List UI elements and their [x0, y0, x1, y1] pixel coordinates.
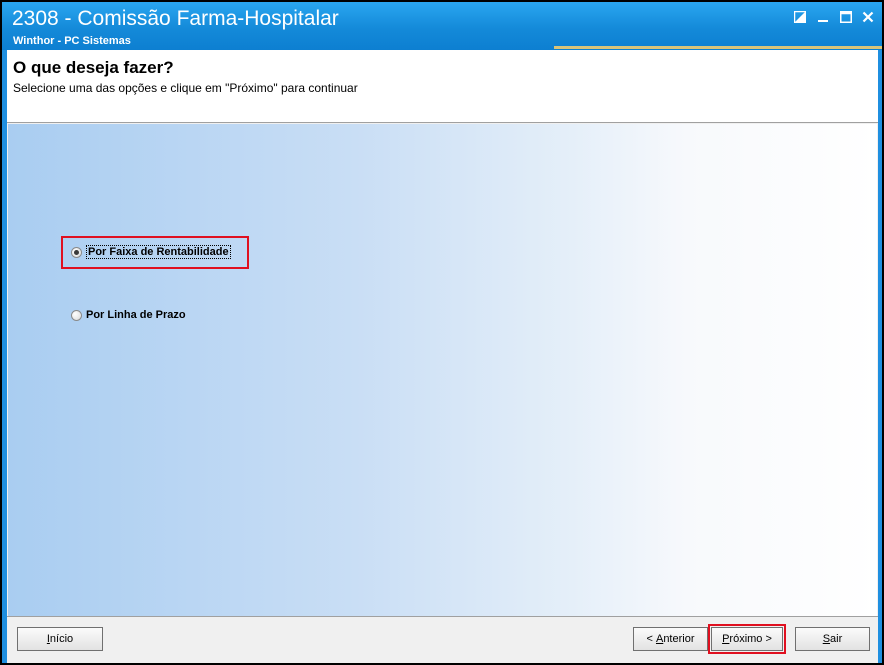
page-title: O que deseja fazer?: [13, 58, 174, 77]
anterior-accel: A: [655, 633, 664, 645]
wizard-header: O que deseja fazer? Selecione uma das op…: [7, 50, 878, 123]
maximize-icon[interactable]: [837, 8, 855, 26]
option-label: Por Linha de Prazo: [86, 309, 186, 321]
close-icon[interactable]: [859, 8, 877, 26]
inicio-button[interactable]: Início: [17, 627, 103, 651]
option-linha-prazo[interactable]: Por Linha de Prazo: [71, 309, 186, 321]
anterior-rest: nterior: [663, 633, 695, 645]
restore-icon[interactable]: [791, 8, 809, 26]
window-subtitle: Winthor - PC Sistemas: [13, 35, 131, 47]
title-accent-line: [554, 46, 882, 49]
button-bar: Início < Anterior Próximo > Sair: [7, 616, 878, 663]
anterior-prefix: <: [646, 633, 656, 645]
minimize-icon[interactable]: [814, 8, 832, 26]
window-title: 2308 - Comissão Farma-Hospitalar: [12, 7, 339, 30]
page-instructions: Selecione uma das opções e clique em "Pr…: [13, 81, 358, 95]
app-window: 2308 - Comissão Farma-Hospitalar Winthor…: [0, 0, 884, 665]
sair-button[interactable]: Sair: [795, 627, 870, 651]
radio-unselected-icon[interactable]: [71, 309, 82, 321]
sair-rest: air: [830, 633, 843, 645]
highlight-box-option: [61, 236, 249, 269]
options-area: Por Faixa de Rentabilidade Por Linha de …: [8, 124, 877, 616]
inicio-rest: nício: [49, 633, 74, 645]
title-bar[interactable]: 2308 - Comissão Farma-Hospitalar Winthor…: [2, 2, 882, 50]
sair-accel: S: [822, 633, 831, 645]
highlight-box-proximo: [708, 624, 786, 654]
wizard-panel: O que deseja fazer? Selecione uma das op…: [7, 50, 878, 663]
anterior-button[interactable]: < Anterior: [633, 627, 708, 651]
